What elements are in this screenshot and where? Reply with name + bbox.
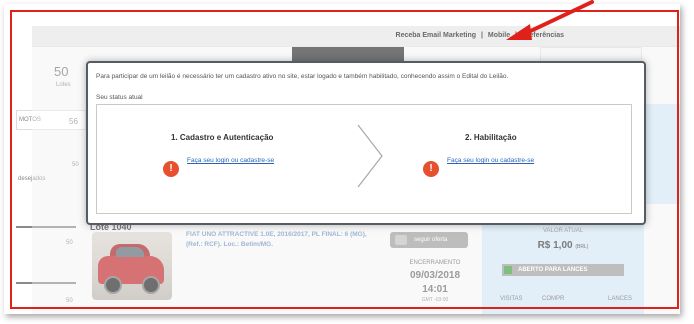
screenshot-frame: 50 Lotes MOTOS 56 50 desejados 50 50 Lot…: [4, 4, 680, 314]
step2-login-link[interactable]: Faça seu login ou cadastre-se: [447, 157, 534, 164]
red-arrow-annotation: [506, 0, 594, 40]
participation-modal: Para participar de um leilão é necessári…: [86, 61, 646, 225]
chevron-right-icon: [357, 124, 383, 188]
step1-title: 1. Cadastro e Autenticação: [171, 133, 274, 142]
link-email-marketing[interactable]: Receba Email Marketing: [396, 32, 477, 39]
separator: |: [481, 32, 483, 39]
modal-intro: Para participar de um leilão é necessári…: [96, 73, 509, 80]
modal-status-label: Seu status atual: [96, 94, 143, 101]
step2-title: 2. Habilitação: [465, 133, 517, 142]
warning-icon: !: [423, 161, 439, 177]
warning-icon: !: [163, 161, 179, 177]
steps-box: 1. Cadastro e Autenticação ! Faça seu lo…: [96, 104, 632, 214]
step1-login-link[interactable]: Faça seu login ou cadastre-se: [187, 157, 274, 164]
